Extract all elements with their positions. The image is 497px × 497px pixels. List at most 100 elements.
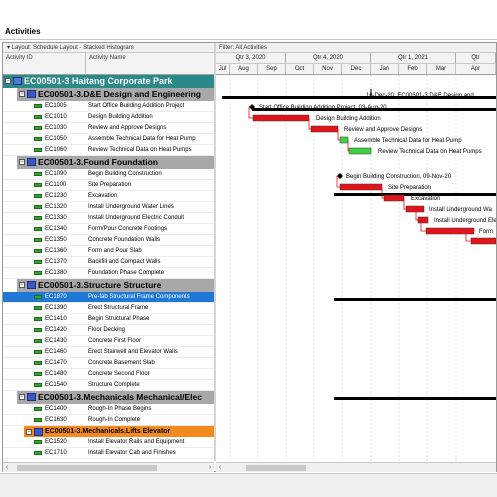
- activity-bar-icon: [34, 115, 42, 119]
- activity-name: Design Building Addition: [88, 114, 153, 120]
- wbs-row[interactable]: − EC00501-3 Haitang Corporate Park: [3, 75, 214, 88]
- activity-row[interactable]: EC1710 Install Elevator Cab and Finishes: [3, 448, 214, 459]
- activity-row[interactable]: EC1420 Floor Decking: [3, 325, 214, 336]
- quarter-header: Qtr: [456, 53, 496, 64]
- collapse-toggle-icon[interactable]: −: [19, 394, 25, 400]
- activity-row[interactable]: EC1050 Assemble Technical Data for Heat P…: [3, 134, 214, 145]
- month-header: Jan: [371, 64, 399, 74]
- activity-bar-icon: [34, 172, 42, 176]
- activity-name: Form/Pour Concrete Footings: [88, 226, 168, 232]
- gantt-label: Form: [479, 229, 493, 235]
- activity-id: EC1340: [45, 226, 67, 232]
- wbs-label: EC00501-3.Structure Structure: [38, 280, 162, 290]
- collapse-toggle-icon[interactable]: −: [19, 91, 25, 97]
- activity-row[interactable]: EC1320 Install Underground Water Lines: [3, 202, 214, 213]
- critical-bar: [339, 183, 383, 191]
- activity-row[interactable]: EC1100 Site Preparation: [3, 180, 214, 191]
- activity-bar-icon: [34, 418, 42, 422]
- gantt-horizontal-scrollbar[interactable]: ‹: [216, 462, 496, 472]
- activity-bar-icon: [34, 194, 42, 198]
- activity-row[interactable]: EC1330 Install Underground Electric Condu…: [3, 213, 214, 224]
- activity-row[interactable]: EC1870 Pre-fab Structural Frame Component…: [3, 292, 214, 303]
- scroll-left-icon[interactable]: ‹: [216, 463, 224, 473]
- activity-name: Start Office Building Addition Project: [88, 103, 185, 109]
- activity-row[interactable]: EC1390 Erect Structural Frame: [3, 303, 214, 314]
- month-header: Nov: [314, 64, 342, 74]
- activity-name: Erect Stairwell and Elevator Walls: [88, 349, 178, 355]
- activity-name: Review Technical Data on Heat Pumps: [88, 147, 192, 153]
- filter-bar[interactable]: Filter: All Activities: [216, 43, 496, 53]
- activity-row[interactable]: EC1480 Concrete Second Floor: [3, 369, 214, 380]
- activity-row[interactable]: EC1350 Concrete Foundation Walls: [3, 235, 214, 246]
- wbs-row[interactable]: − EC00501-3.D&E Design and Engineering: [17, 88, 214, 101]
- scroll-left-icon[interactable]: ‹: [3, 463, 11, 473]
- activity-row[interactable]: EC1360 Form and Pour Slab: [3, 246, 214, 257]
- column-activity-name[interactable]: Activity Name: [89, 55, 126, 61]
- month-header: Jul: [216, 64, 230, 74]
- activity-row[interactable]: EC1005 Start Office Building Addition Pro…: [3, 101, 214, 112]
- activity-id: EC1380: [45, 270, 67, 276]
- layout-bar[interactable]: ▾ Layout: Schedule Layout - Stacked Hist…: [3, 43, 214, 53]
- column-divider[interactable]: [85, 53, 86, 75]
- activity-name: Structure Complete: [88, 382, 140, 388]
- wbs-row[interactable]: − EC00501-3.Mechanicals.Lifts Elevator: [24, 426, 214, 437]
- gantt-chart[interactable]: 16-Dec-20, EC00501-3.D&E Design and Start…: [216, 75, 496, 462]
- activity-id: EC1470: [45, 360, 67, 366]
- activity-row[interactable]: EC1380 Foundation Phase Complete: [3, 268, 214, 279]
- quarter-header: Qtr 4, 2020: [286, 53, 371, 64]
- scroll-thumb[interactable]: [246, 465, 306, 471]
- layout-dropdown-icon[interactable]: ▾: [7, 45, 10, 51]
- activity-row[interactable]: EC1090 Begin Building Construction: [3, 169, 214, 180]
- activity-row[interactable]: EC1630 Rough-In Complete: [3, 415, 214, 426]
- month-header: Aug: [230, 64, 258, 74]
- gantt-label: Review Technical Data on Heat Pumps: [378, 149, 482, 155]
- vertical-scrollbar[interactable]: [212, 75, 214, 462]
- scroll-thumb[interactable]: [17, 465, 157, 471]
- wbs-summary-bar: [334, 298, 496, 301]
- activity-bar-icon: [34, 372, 42, 376]
- collapse-toggle-icon[interactable]: −: [26, 429, 32, 435]
- gantt-label: Begin Building Construction, 09-Nov-20: [346, 174, 452, 180]
- activity-row[interactable]: EC1410 Begin Structural Phase: [3, 314, 214, 325]
- activity-bar-icon: [34, 148, 42, 152]
- activity-name: Install Underground Electric Conduit: [88, 215, 185, 221]
- activity-row[interactable]: EC1370 Backfill and Compact Walls: [3, 257, 214, 268]
- activity-bar: [348, 147, 372, 155]
- wbs-summary-bar: [334, 397, 496, 400]
- activity-row[interactable]: EC1230 Excavation: [3, 191, 214, 202]
- activity-id: EC1520: [45, 439, 67, 445]
- activity-row[interactable]: EC1400 Rough-In Phase Begins: [3, 404, 214, 415]
- critical-bar: [252, 114, 310, 122]
- activity-row[interactable]: EC1540 Structure Complete: [3, 380, 214, 391]
- column-activity-id[interactable]: Activity ID: [6, 55, 33, 61]
- collapse-toggle-icon[interactable]: −: [19, 159, 25, 165]
- collapse-toggle-icon[interactable]: −: [19, 282, 25, 288]
- activity-row[interactable]: EC1470 Concrete Basement Slab: [3, 358, 214, 369]
- gantt-canvas[interactable]: 16-Dec-20, EC00501-3.D&E Design and Start…: [216, 75, 496, 462]
- activity-row[interactable]: EC1520 Install Elevator Rails and Equipme…: [3, 437, 214, 448]
- activity-row[interactable]: EC1010 Design Building Addition: [3, 112, 214, 123]
- collapse-toggle-icon[interactable]: −: [5, 78, 11, 84]
- activity-row[interactable]: EC1340 Form/Pour Concrete Footings: [3, 224, 214, 235]
- activity-id: EC1430: [45, 338, 67, 344]
- wbs-icon: [27, 90, 36, 98]
- activity-row[interactable]: EC1060 Review Technical Data on Heat Pump…: [3, 145, 214, 156]
- activity-row[interactable]: EC1030 Review and Approve Designs: [3, 123, 214, 134]
- wbs-icon: [34, 428, 43, 436]
- activity-row[interactable]: EC1430 Concrete First Floor: [3, 336, 214, 347]
- activity-bar-icon: [34, 451, 42, 455]
- quarter-header: Qtr 3, 2020: [216, 53, 286, 64]
- activity-id: EC1360: [45, 248, 67, 254]
- column-header: Activity ID Activity Name: [3, 53, 214, 75]
- scroll-right-icon[interactable]: ›: [206, 463, 214, 473]
- month-header: Mar: [427, 64, 456, 74]
- wbs-row[interactable]: − EC00501-3.Mechanicals Mechanical/Elec: [17, 391, 214, 404]
- wbs-row[interactable]: − EC00501-3.Found Foundation: [17, 156, 214, 169]
- wbs-row[interactable]: − EC00501-3.Structure Structure: [17, 279, 214, 292]
- activity-row[interactable]: EC1460 Erect Stairwell and Elevator Walls: [3, 347, 214, 358]
- critical-bar: [383, 194, 405, 202]
- activity-name: Foundation Phase Complete: [88, 270, 165, 276]
- activity-id: EC1390: [45, 305, 67, 311]
- activity-name: Review and Approve Designs: [88, 125, 167, 131]
- table-horizontal-scrollbar[interactable]: ‹ ›: [3, 462, 214, 472]
